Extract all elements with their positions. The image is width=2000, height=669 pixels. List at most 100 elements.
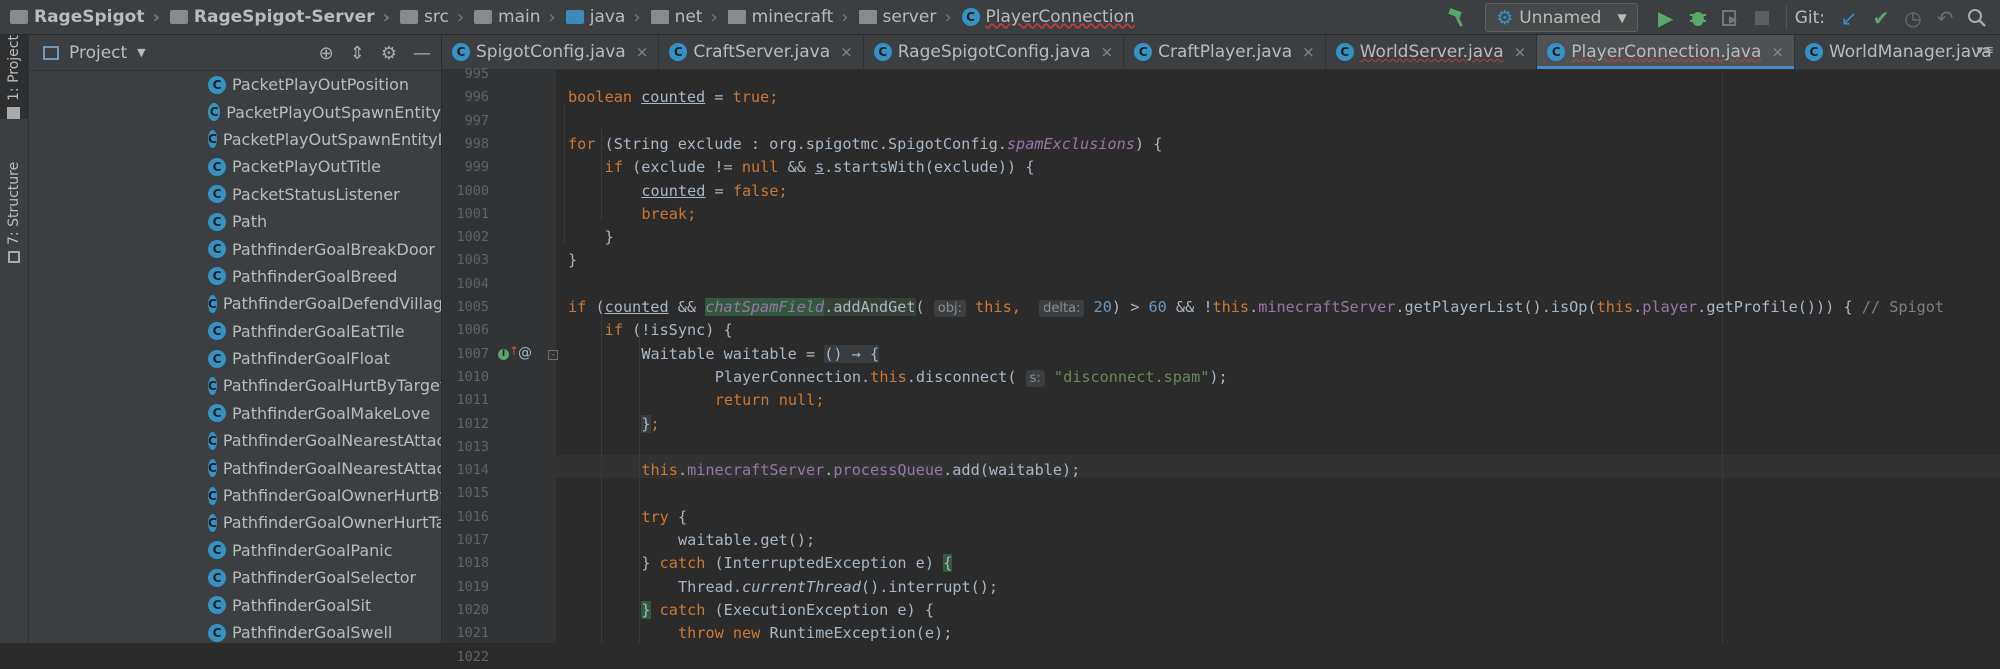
view-dropdown-arrow-icon[interactable]: ▼	[137, 46, 145, 59]
git-rollback-icon[interactable]: ↶	[1932, 5, 1958, 31]
code-text-area[interactable]: boolean counted = true; for (String exclu…	[556, 70, 2000, 643]
navigation-bar: RageSpigot › RageSpigot-Server › src › main › ja…	[0, 0, 2000, 35]
code-token: "disconnect.spam"	[1044, 367, 1210, 386]
tree-item[interactable]: C PathfinderGoalEatTile	[29, 318, 441, 345]
line-number: 1013	[456, 438, 489, 455]
close-tab-icon[interactable]: ×	[840, 43, 853, 61]
editor-tab[interactable]: C RageSpigotConfig.java ×	[864, 35, 1125, 69]
run-configuration-select[interactable]: ⚙ Unnamed ▼	[1485, 3, 1638, 32]
package-icon	[650, 10, 669, 24]
project-tool-tab[interactable]: 1: Project	[0, 35, 28, 119]
tree-item-label: PathfinderGoalEatTile	[232, 321, 405, 341]
folder-icon	[7, 107, 21, 119]
run-with-coverage-icon[interactable]	[1717, 5, 1743, 31]
code-token: counted	[604, 298, 669, 316]
git-history-icon[interactable]: ◷	[1900, 5, 1926, 31]
editor-tab-label: CraftPlayer.java	[1158, 42, 1293, 62]
code-line: for (String exclude : org.spigotmc.Spigo…	[568, 133, 1162, 156]
breadcrumb-item[interactable]: minecraft ›	[718, 0, 849, 35]
breadcrumb-item[interactable]: java ›	[556, 0, 641, 35]
stop-icon[interactable]	[1749, 5, 1775, 31]
run-icon[interactable]: ▶	[1653, 5, 1679, 31]
tree-item[interactable]: C PathfinderGoalSwell	[29, 619, 441, 643]
code-token: }	[641, 600, 651, 619]
collapse-all-icon[interactable]: ⇕	[350, 43, 365, 64]
editor-tab-label: SpigotConfig.java	[476, 42, 626, 62]
breadcrumb-item[interactable]: src ›	[390, 0, 464, 35]
git-update-icon[interactable]: ↙	[1836, 5, 1862, 31]
tree-item[interactable]: C PacketPlayOutSpawnEntityLiv	[29, 126, 441, 153]
breadcrumb-label: server	[882, 7, 937, 27]
editor-tab[interactable]: C PlayerConnection.java ×	[1537, 35, 1795, 69]
tree-item[interactable]: C PacketPlayOutPosition	[29, 71, 441, 98]
breadcrumb-item[interactable]: RageSpigot-Server ›	[160, 0, 390, 35]
tree-item[interactable]: C PathfinderGoalFloat	[29, 345, 441, 372]
hide-panel-icon[interactable]: —	[413, 43, 431, 64]
tabs-overflow-icon[interactable]: ▾≡	[1977, 43, 1994, 58]
tree-item[interactable]: C PathfinderGoalNearestAttack	[29, 454, 441, 481]
code-line: Waitable waitable = () → {	[641, 343, 880, 366]
settings-gear-icon[interactable]: ⚙	[381, 43, 397, 64]
code-token: Waitable waitable =	[641, 344, 825, 363]
close-tab-icon[interactable]: ×	[1302, 43, 1315, 61]
tree-item[interactable]: C Path	[29, 208, 441, 235]
breadcrumb-item[interactable]: C PlayerConnection	[952, 0, 1135, 35]
search-everywhere-icon[interactable]	[1964, 5, 1990, 31]
tree-item[interactable]: C PathfinderGoalMakeLove	[29, 400, 441, 427]
tree-item[interactable]: C PathfinderGoalHurtByTarget	[29, 372, 441, 399]
git-label: Git:	[1794, 7, 1825, 28]
close-tab-icon[interactable]: ×	[1771, 43, 1784, 61]
structure-tool-tab[interactable]: 7: Structure	[0, 157, 28, 267]
editor-tab-label: PlayerConnection.java	[1571, 42, 1762, 62]
code-token: .	[677, 461, 688, 480]
editor-tab[interactable]: C WorldServer.java ×	[1326, 35, 1538, 69]
tree-item[interactable]: C PathfinderGoalNearestAttack	[29, 427, 441, 454]
run-config-label: Unnamed	[1519, 7, 1602, 28]
breadcrumb-item[interactable]: net ›	[641, 0, 718, 35]
tree-item[interactable]: C PacketPlayOutTitle	[29, 153, 441, 180]
code-line: counted = false;	[641, 180, 787, 203]
editor-tab[interactable]: C WorldManager.java	[1795, 35, 2000, 69]
code-token: ) >	[1111, 298, 1149, 316]
tree-item[interactable]: C PathfinderGoalOwnerHurtTar	[29, 509, 441, 536]
tree-item[interactable]: C PathfinderGoalPanic	[29, 537, 441, 564]
project-panel-title[interactable]: Project	[69, 43, 127, 63]
implements-override-icon[interactable]: I	[498, 349, 509, 360]
tree-item[interactable]: C PacketPlayOutSpawnEntity	[29, 98, 441, 125]
debug-bug-icon[interactable]	[1685, 5, 1711, 31]
close-tab-icon[interactable]: ×	[1101, 43, 1114, 61]
breadcrumb-item[interactable]: server ›	[849, 0, 952, 35]
code-token: chatSpamField	[705, 298, 825, 316]
build-hammer-icon[interactable]	[1444, 5, 1470, 31]
editor-tab[interactable]: C CraftPlayer.java ×	[1124, 35, 1326, 69]
code-token: }	[641, 554, 660, 573]
breadcrumb-item[interactable]: main ›	[464, 0, 556, 35]
locate-target-icon[interactable]: ⊕	[319, 43, 334, 64]
annotation-at-icon[interactable]: @	[518, 345, 532, 361]
line-number: 995	[464, 66, 489, 82]
parameter-hint: obj:	[933, 300, 966, 317]
class-icon: C	[208, 130, 217, 149]
tree-item[interactable]: C PathfinderGoalBreakDoor	[29, 235, 441, 262]
class-icon: C	[208, 103, 221, 122]
close-tab-icon[interactable]: ×	[1514, 43, 1527, 61]
code-token: (InterruptedException e)	[705, 554, 944, 573]
tree-item[interactable]: C PathfinderGoalSelector	[29, 564, 441, 591]
breadcrumb-item[interactable]: RageSpigot ›	[0, 0, 160, 35]
code-token: boolean	[568, 88, 642, 107]
tree-item[interactable]: C PathfinderGoalDefendVillage	[29, 290, 441, 317]
folder-icon	[474, 10, 493, 24]
project-panel-header: Project ▼ ⊕ ⇕ ⚙ —	[29, 35, 441, 71]
close-tab-icon[interactable]: ×	[636, 43, 649, 61]
class-icon: C	[208, 513, 217, 532]
tree-item[interactable]: C PacketStatusListener	[29, 181, 441, 208]
code-token: null	[741, 158, 779, 177]
tree-item[interactable]: C PathfinderGoalOwnerHurtBy	[29, 482, 441, 509]
code-line: PlayerConnection.this.disconnect( s: "di…	[715, 366, 1228, 389]
git-commit-icon[interactable]: ✔	[1868, 5, 1894, 31]
breadcrumb-label: RageSpigot	[34, 7, 145, 27]
tree-item-label: PacketPlayOutTitle	[232, 157, 382, 177]
tree-item[interactable]: C PathfinderGoalSit	[29, 591, 441, 618]
tree-item[interactable]: C PathfinderGoalBreed	[29, 263, 441, 290]
editor-tab[interactable]: C CraftServer.java ×	[659, 35, 864, 69]
